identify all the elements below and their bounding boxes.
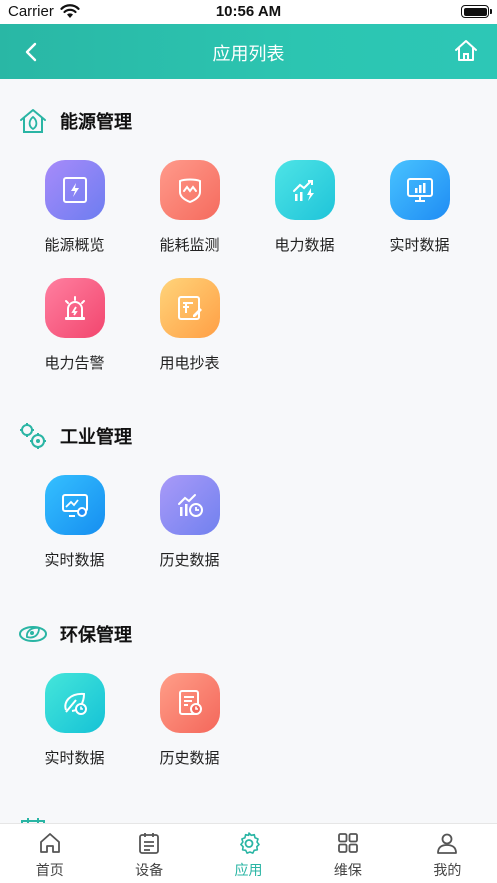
page-title: 应用列表 xyxy=(212,44,285,65)
tab-label: 我的 xyxy=(433,863,462,879)
app-tile-label: 历史数据 xyxy=(159,551,220,569)
app-tile-label: 实时数据 xyxy=(44,551,105,569)
app-tile-industry-realtime[interactable]: 实时数据 xyxy=(17,475,132,585)
gear-icon xyxy=(239,832,260,854)
clipboard-icon xyxy=(139,833,160,854)
app-tile-label: 能耗监测 xyxy=(159,236,220,254)
tab-devices[interactable]: 设备 xyxy=(99,824,198,883)
gears-icon xyxy=(20,423,46,449)
tab-label: 首页 xyxy=(35,863,64,879)
section-title-text: 工业管理 xyxy=(60,427,132,448)
app-tile-energy-monitor[interactable]: 能耗监测 xyxy=(132,160,247,270)
app-tile-label: 实时数据 xyxy=(44,749,105,767)
document-clock-icon xyxy=(160,673,220,733)
app-list: 能源管理 能源概览 能耗监测 电力数据 实时数据 电力告警 用电抄表 工业管理 … xyxy=(0,79,497,823)
shield-wave-icon xyxy=(160,160,220,220)
clock-label: 10:56 AM xyxy=(215,3,282,20)
app-tile-energy-overview[interactable]: 能源概览 xyxy=(17,160,132,270)
eco-globe-icon xyxy=(19,626,47,642)
app-tile-environment-realtime[interactable]: 实时数据 xyxy=(17,673,132,783)
status-bar: Carrier 10:56 AM xyxy=(0,0,497,24)
app-tile-label: 历史数据 xyxy=(159,749,220,767)
chart-clock-icon xyxy=(160,475,220,535)
leaf-clock-icon xyxy=(45,673,105,733)
house-leaf-icon xyxy=(20,109,46,133)
app-tile-realtime-data[interactable]: 实时数据 xyxy=(362,160,477,270)
app-tile-label: 实时数据 xyxy=(389,236,450,254)
nav-bar: 应用列表 xyxy=(0,24,497,79)
grid-icon xyxy=(338,833,358,853)
app-tile-label: 电力数据 xyxy=(274,236,335,254)
chart-bolt-icon xyxy=(275,160,335,220)
app-tile-label: 能源概览 xyxy=(44,236,105,254)
tab-label: 设备 xyxy=(135,863,164,879)
tab-label: 应用 xyxy=(234,863,263,879)
battery-icon xyxy=(461,5,492,18)
header-bar: Carrier 10:56 AM 应用列表 xyxy=(0,0,497,79)
app-tile-label: 电力告警 xyxy=(44,354,105,372)
app-tile-industry-history[interactable]: 历史数据 xyxy=(132,475,247,585)
user-icon xyxy=(437,833,458,854)
home-icon[interactable] xyxy=(453,38,479,64)
section-industry-title: 工业管理 xyxy=(18,421,132,451)
section-environment-title: 环保管理 xyxy=(18,619,132,649)
section-title-text: 环保管理 xyxy=(60,625,132,646)
tab-label: 维保 xyxy=(333,863,362,879)
bolt-document-icon xyxy=(45,160,105,220)
app-tile-power-data[interactable]: 电力数据 xyxy=(247,160,362,270)
section-title-text: 能源管理 xyxy=(60,112,132,133)
meter-edit-icon xyxy=(160,278,220,338)
tab-maintenance[interactable]: 维保 xyxy=(298,824,397,883)
tab-bar: 首页 设备 应用 维保 我的 xyxy=(0,823,497,883)
app-tile-meter-reading[interactable]: 用电抄表 xyxy=(132,278,247,388)
monitor-chart-icon xyxy=(390,160,450,220)
tab-profile[interactable]: 我的 xyxy=(398,824,497,883)
app-tile-label: 用电抄表 xyxy=(159,354,220,372)
tab-home[interactable]: 首页 xyxy=(0,824,99,883)
home-icon xyxy=(39,833,60,853)
tab-apps[interactable]: 应用 xyxy=(199,824,298,883)
screen-gear-icon xyxy=(45,475,105,535)
app-tile-environment-history[interactable]: 历史数据 xyxy=(132,673,247,783)
alarm-light-icon xyxy=(45,278,105,338)
section-energy-title: 能源管理 xyxy=(18,106,132,136)
app-tile-power-alarm[interactable]: 电力告警 xyxy=(17,278,132,388)
